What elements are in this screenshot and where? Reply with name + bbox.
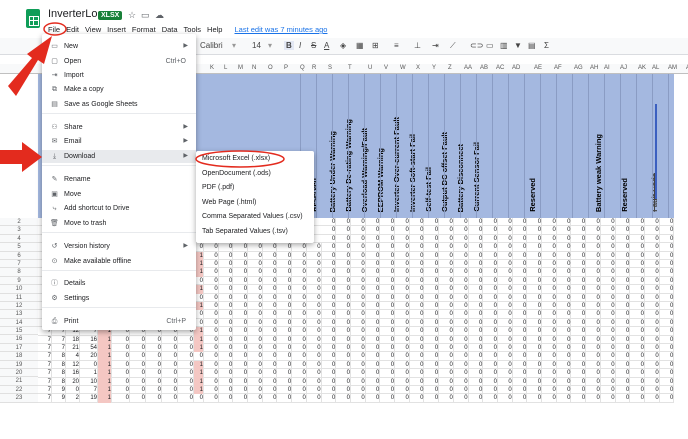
red-arrow-top-icon <box>8 36 52 96</box>
excel-option-highlight-circle <box>195 150 285 168</box>
red-arrow-middle-icon <box>0 142 42 172</box>
file-menu-highlight-circle <box>43 22 67 36</box>
annotation-overlay <box>0 22 285 172</box>
